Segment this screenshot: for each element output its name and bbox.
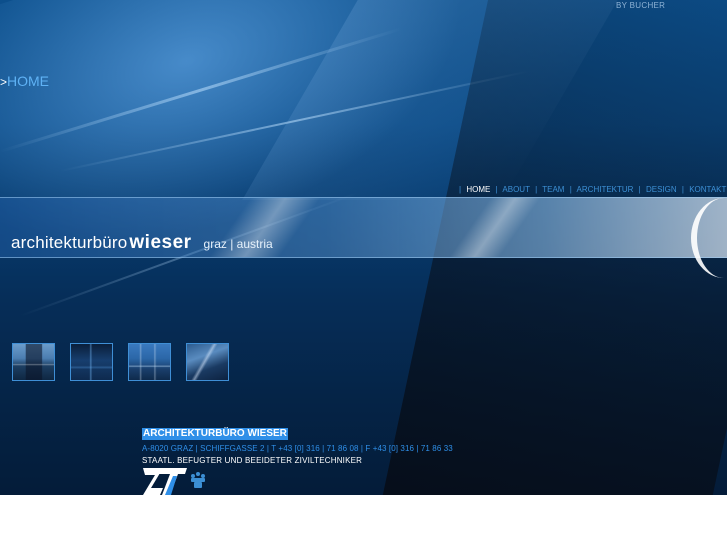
thumbnail-building-exterior-2[interactable] xyxy=(128,343,171,381)
nav-item-home[interactable]: HOME xyxy=(466,185,490,194)
thumbnail-interior-stairs[interactable] xyxy=(186,343,229,381)
nav-item-team[interactable]: TEAM xyxy=(542,185,564,194)
contact-block: ARCHITEKTURBÜRO WIESER A-8020 GRAZ | SCH… xyxy=(142,423,453,465)
brand-name-bold: wieser xyxy=(129,232,192,253)
zt-logo-icon[interactable] xyxy=(143,468,209,495)
page-title-label: HOME xyxy=(7,73,50,89)
nav-separator: | xyxy=(569,185,572,194)
page-title: >HOME xyxy=(0,73,49,89)
band-highlight xyxy=(449,198,541,257)
nav-item-kontakt[interactable]: KONTAKT xyxy=(689,185,726,194)
hero-background: BY BUCHER >HOME | HOME | ABOUT | TEAM | … xyxy=(0,0,727,495)
brand-name-light: architekturbüro xyxy=(11,233,128,252)
nav-separator: | xyxy=(459,185,462,194)
thumbnail-building-exterior-1[interactable] xyxy=(12,343,55,381)
nav-separator: | xyxy=(638,185,641,194)
nav-separator: | xyxy=(495,185,498,194)
page-footer-area xyxy=(0,495,727,545)
thumbnail-interior-dark[interactable] xyxy=(70,343,113,381)
brand-location: graz | austria xyxy=(203,237,273,251)
brand-wordmark: architekturbüro wieser graz | austria xyxy=(11,232,273,254)
nav-separator: | xyxy=(535,185,538,194)
professional-title: STAATL. BEFUGTER UND BEEIDETER ZIVILTECH… xyxy=(142,456,363,465)
nav-item-about[interactable]: ABOUT xyxy=(502,185,529,194)
nav-item-architektur[interactable]: ARCHITEKTUR xyxy=(577,185,634,194)
company-name: ARCHITEKTURBÜRO WIESER xyxy=(142,428,288,440)
contact-address: A-8020 GRAZ | SCHIFFGASSE 2 | T +43 [0] … xyxy=(142,444,453,453)
nav-separator: | xyxy=(681,185,684,194)
main-nav: | HOME | ABOUT | TEAM | ARCHITEKTUR | DE… xyxy=(456,185,726,194)
byline: BY BUCHER xyxy=(616,1,666,10)
nav-item-design[interactable]: DESIGN xyxy=(646,185,677,194)
page-title-prefix: > xyxy=(0,75,8,89)
